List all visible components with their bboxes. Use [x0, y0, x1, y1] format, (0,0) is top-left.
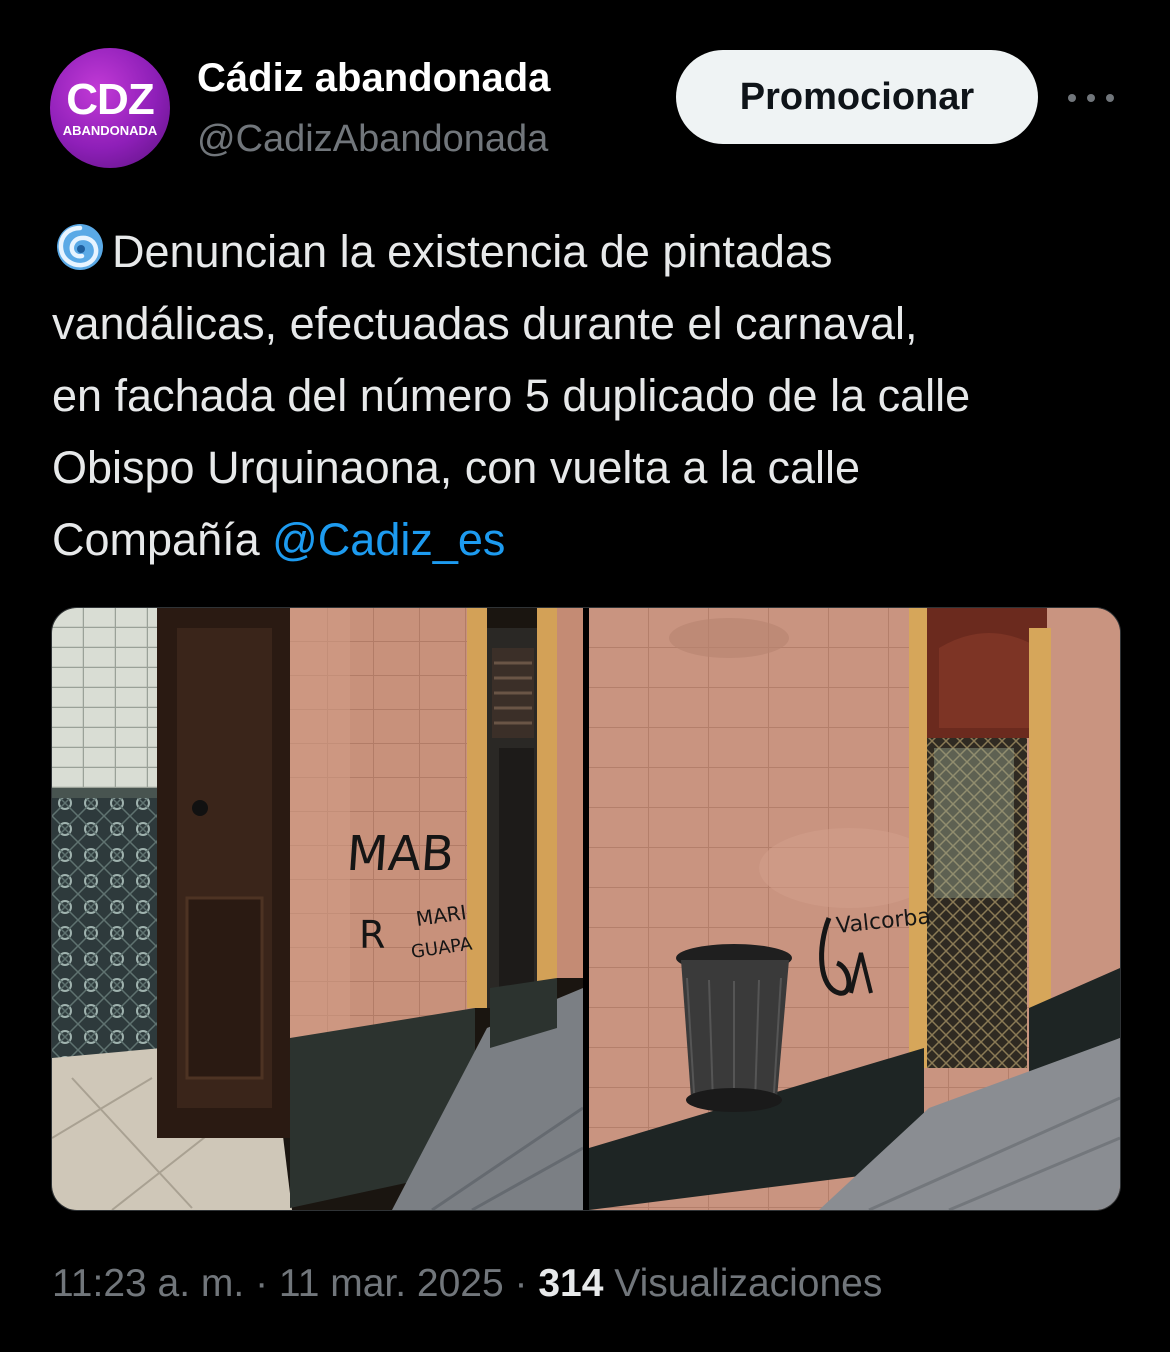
display-name[interactable]: Cádiz abandonada — [197, 56, 550, 101]
media-gallery[interactable]: MAB R MARI GUAPA Valcorba — [51, 607, 1121, 1211]
tweet-line-3: en fachada del número 5 duplicado de la … — [52, 370, 971, 421]
user-handle[interactable]: @CadizAbandonada — [197, 118, 548, 161]
graffiti-mab: MAB — [345, 826, 456, 882]
tweet-text: Denuncian la existencia de pintadas vand… — [52, 216, 1142, 576]
avatar[interactable]: CDZ ABANDONADA — [50, 48, 170, 168]
dot — [1087, 94, 1095, 102]
tweet-line: Denuncian la existencia de pintadas — [52, 216, 1142, 288]
meta-separator: · — [503, 1262, 539, 1305]
tweet-meta: 11:23 a. m. · 11 mar. 2025 · 314 Visuali… — [52, 1262, 882, 1306]
photo-left[interactable]: MAB R MARI GUAPA — [52, 608, 583, 1210]
tweet-date[interactable]: 11 mar. 2025 — [279, 1262, 504, 1305]
meta-separator: · — [244, 1262, 279, 1305]
avatar-logo-text: CDZ — [66, 75, 154, 124]
views-label: Visualizaciones — [614, 1262, 883, 1305]
cyclone-icon — [57, 224, 103, 270]
graffiti-r: R — [359, 913, 385, 957]
tweet-line-1: Denuncian la existencia de pintadas — [112, 226, 833, 277]
views-count[interactable]: 314 — [538, 1262, 603, 1305]
tweet-line-5: Compañía — [52, 514, 273, 565]
dot — [1106, 94, 1114, 102]
mention-link[interactable]: @Cadiz_es — [272, 514, 505, 565]
photo-right[interactable]: Valcorba — [589, 608, 1120, 1210]
avatar-logo-subtext: ABANDONADA — [62, 123, 158, 138]
tweet-line-4: Obispo Urquinaona, con vuelta a la calle — [52, 442, 861, 493]
tweet-time[interactable]: 11:23 a. m. — [52, 1262, 244, 1305]
photo-left-image: MAB R MARI GUAPA — [52, 608, 583, 1210]
promote-button[interactable]: Promocionar — [676, 50, 1038, 144]
more-options-icon[interactable] — [1068, 78, 1114, 118]
tweet-line: Compañía @Cadiz_es — [52, 504, 1142, 576]
tweet-line-2: vandálicas, efectuadas durante el carnav… — [52, 298, 918, 349]
dot — [1068, 94, 1076, 102]
photo-right-image: Valcorba — [589, 608, 1120, 1210]
